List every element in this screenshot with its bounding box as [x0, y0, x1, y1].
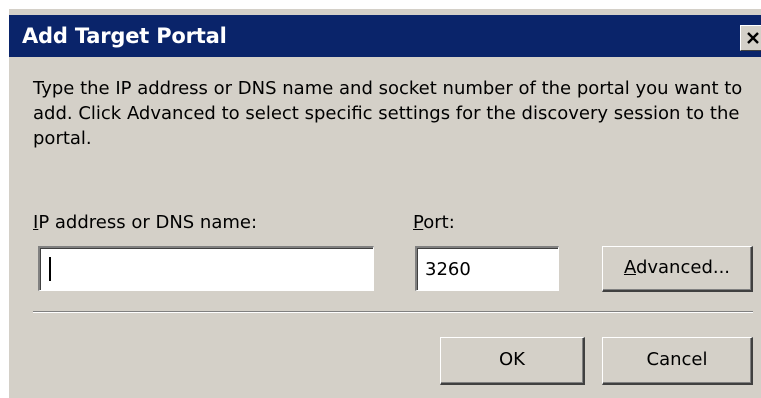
- cancel-button[interactable]: Cancel: [602, 337, 753, 385]
- port-label: Port:: [413, 212, 455, 233]
- close-x-icon: [747, 32, 759, 44]
- window-title: Add Target Portal: [22, 24, 227, 48]
- advanced-button[interactable]: Advanced...: [602, 246, 753, 292]
- close-button[interactable]: [740, 25, 761, 51]
- ok-button[interactable]: OK: [440, 337, 585, 385]
- ip-address-input[interactable]: [38, 246, 374, 291]
- title-bar[interactable]: Add Target Portal: [9, 15, 761, 57]
- separator: [33, 311, 753, 313]
- port-input[interactable]: [415, 246, 559, 291]
- text-caret: [49, 257, 51, 281]
- ip-address-label: IP address or DNS name:: [33, 212, 258, 233]
- add-target-portal-dialog: Add Target Portal Type the IP address or…: [8, 8, 761, 398]
- instructions-text: Type the IP address or DNS name and sock…: [33, 78, 743, 149]
